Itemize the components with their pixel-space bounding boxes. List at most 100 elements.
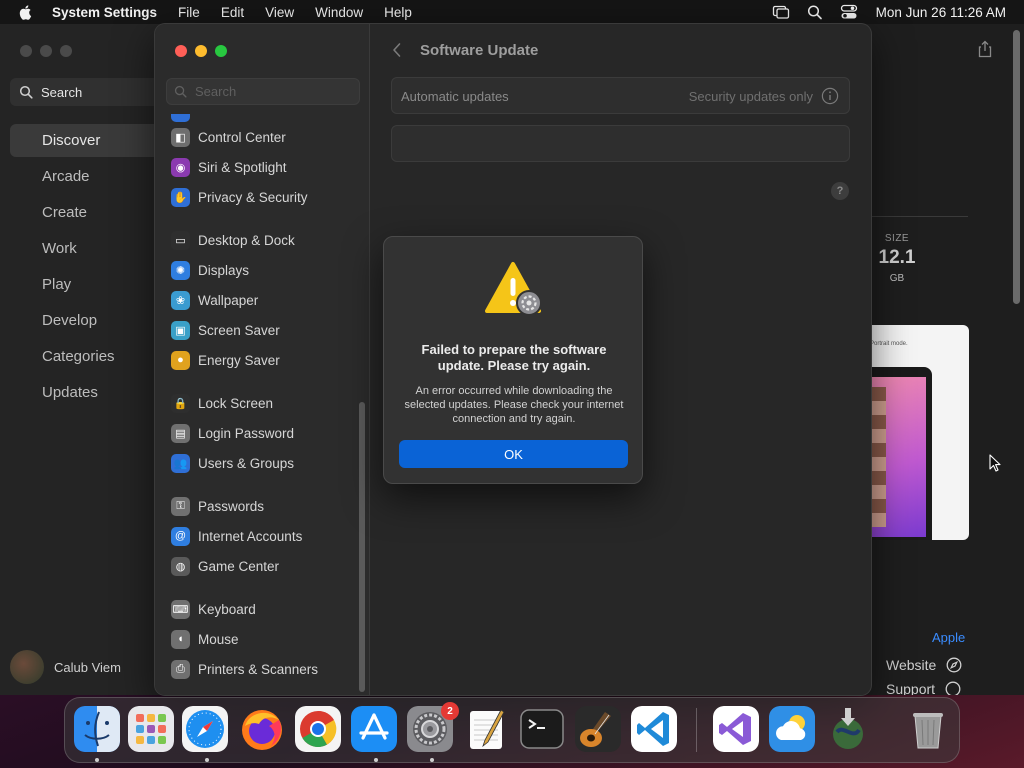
sidebar-item-wallpaper[interactable]: ❀ Wallpaper [171,285,361,315]
help-button[interactable]: ? [831,182,849,200]
sidebar-item-desktop-dock[interactable]: ▭ Desktop & Dock [171,225,361,255]
sidebar-item-displays[interactable]: ✺ Displays [171,255,361,285]
minimize-button[interactable] [195,45,207,57]
nav-updates[interactable]: Updates [10,376,160,409]
safari-icon[interactable] [182,706,228,752]
sidebar-item-label: Internet Accounts [198,528,303,544]
sidebar-item-internet-accounts[interactable]: @ Internet Accounts [171,521,361,551]
vscode-icon[interactable] [631,706,677,752]
help-menu[interactable]: Help [384,5,412,20]
nav-create[interactable]: Create [10,196,160,229]
account-button[interactable]: Calub Viem [10,650,121,684]
screen-mirroring-icon[interactable] [772,4,790,20]
sidebar-item-passwords[interactable]: ⚿ Passwords [171,491,361,521]
sidebar-item-login-password[interactable]: ▤ Login Password [171,418,361,448]
size-unit: GB [889,273,905,284]
compass-icon [946,657,962,673]
sidebar-item-users-groups[interactable]: 👥 Users & Groups [171,448,361,478]
sidebar-item-label: Displays [198,262,250,278]
zoom-button[interactable] [60,45,72,57]
screen-saver-icon: ▣ [171,320,190,340]
sidebar-item-privacy-security[interactable]: ✋ Privacy & Security [171,182,361,212]
nav-play[interactable]: Play [10,268,160,301]
avatar [10,650,44,684]
app-menu[interactable]: System Settings [52,5,157,20]
window-menu[interactable]: Window [315,5,363,20]
app-store-window-controls [20,45,72,57]
alert-message: An error occurred while downloading the … [404,385,624,425]
settings-sidebar-scrollbar[interactable] [359,402,365,692]
textedit-icon[interactable] [463,706,509,752]
sidebar-item-control-center[interactable]: ◧ Control Center [171,122,361,152]
close-button[interactable] [20,45,32,57]
nav-work[interactable]: Work [10,232,160,265]
app-store-search-field[interactable]: Search [10,78,160,106]
control-center-icon[interactable] [840,4,858,20]
menu-bar-clock[interactable]: Mon Jun 26 11:26 AM [876,5,1006,20]
finder-running-indicator [95,758,99,762]
nav-categories[interactable]: Categories [10,340,160,373]
search-icon [19,85,33,99]
sidebar-item-label: Users & Groups [198,455,295,471]
app-size-info: SIZE 12.1 GB [870,233,924,284]
visual-studio-icon[interactable] [713,706,759,752]
info-icon[interactable] [821,87,839,105]
website-link[interactable]: Website [886,657,962,673]
app-store-scrollbar[interactable] [1013,30,1020,304]
share-icon[interactable] [977,40,993,58]
app-store-nav: Discover Arcade Create Work Play Develop… [10,124,160,412]
ok-button[interactable]: OK [399,440,628,468]
finder-icon[interactable] [74,706,120,752]
sidebar-item-mouse[interactable]: ◖ Mouse [171,624,361,654]
dock-icon: ▭ [171,230,190,250]
users-icon: 👥 [171,453,190,473]
sidebar-item-game-center[interactable]: ◍ Game Center [171,551,361,581]
sidebar-item-siri-spotlight[interactable]: ◉ Siri & Spotlight [171,152,361,182]
sidebar-item-label: Mouse [198,631,239,647]
sidebar-item-screen-saver[interactable]: ▣ Screen Saver [171,315,361,345]
support-link[interactable]: Support [886,681,961,695]
edit-menu[interactable]: Edit [221,5,244,20]
minimize-button[interactable] [40,45,52,57]
view-menu[interactable]: View [265,5,294,20]
bulb-icon: ● [171,350,190,370]
warning-icon [485,262,542,316]
close-button[interactable] [175,45,187,57]
spotlight-search-icon[interactable] [806,4,824,20]
trash-icon[interactable] [905,706,951,752]
firefox-icon[interactable] [239,706,285,752]
settings-search-input[interactable]: Search [166,78,360,105]
sidebar-item-energy-saver[interactable]: ● Energy Saver [171,345,361,375]
nav-discover[interactable]: Discover [10,124,160,157]
sidebar-item-label: Siri & Spotlight [198,159,287,175]
settings-sidebar: Search ◧ Control Center ◉ Siri & Spotlight ✋… [155,24,370,695]
garageband-icon[interactable] [575,706,621,752]
developer-link[interactable]: Apple [932,630,965,645]
photo-strip [872,387,886,527]
nav-develop[interactable]: Develop [10,304,160,337]
app-store-icon[interactable] [351,706,397,752]
nav-arcade[interactable]: Arcade [10,160,160,193]
weather-icon[interactable] [769,706,815,752]
back-chevron-icon[interactable] [391,42,403,58]
app-preview-screenshot[interactable]: Portrait mode. [870,325,969,540]
launchpad-icon[interactable] [128,706,174,752]
apple-logo-icon[interactable] [18,4,34,20]
system-settings-running-indicator [430,758,434,762]
downloads-icon[interactable] [825,706,871,752]
sidebar-item-label: Screen Saver [198,322,280,338]
sidebar-item-lock-screen[interactable]: 🔒 Lock Screen [171,388,361,418]
control-center-icon: ◧ [171,127,190,147]
settings-window-controls [175,45,227,57]
automatic-updates-row[interactable]: Automatic updates Security updates only [391,77,850,114]
terminal-icon[interactable] [519,706,565,752]
key-icon: ▤ [171,423,190,443]
zoom-button[interactable] [215,45,227,57]
sidebar-item-printers-scanners[interactable]: ⎙ Printers & Scanners [171,654,361,684]
chrome-icon[interactable] [295,706,341,752]
sidebar-item-label: Wallpaper [198,292,259,308]
file-menu[interactable]: File [178,5,200,20]
sidebar-item-keyboard[interactable]: ⌨ Keyboard [171,594,361,624]
automatic-updates-value: Security updates only [688,89,813,104]
